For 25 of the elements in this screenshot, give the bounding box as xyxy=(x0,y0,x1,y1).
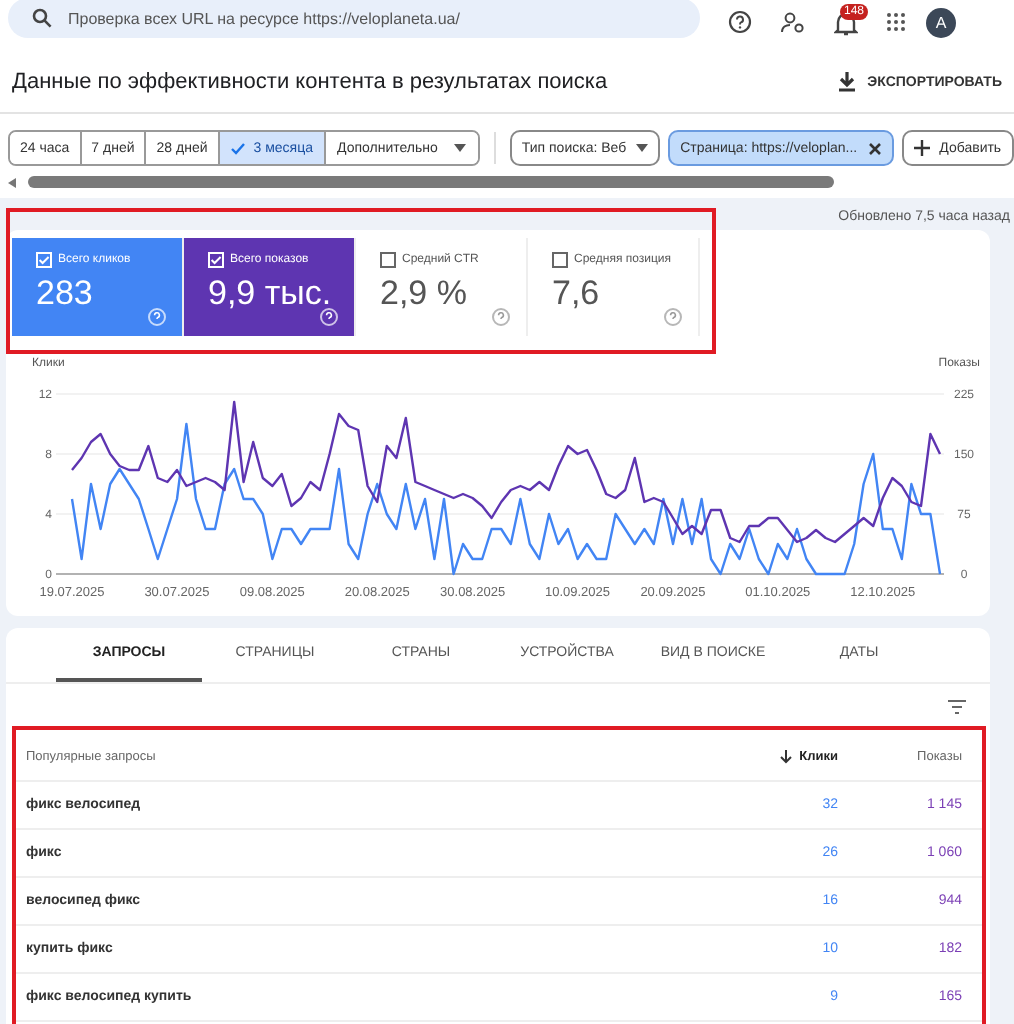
people-icon[interactable] xyxy=(780,10,806,34)
scrollbar-thumb[interactable] xyxy=(28,176,834,188)
caret-icon xyxy=(453,144,466,152)
scroll-left-icon[interactable] xyxy=(8,177,16,187)
close-icon xyxy=(867,141,882,155)
caret-icon xyxy=(636,144,649,152)
checkbox-icon xyxy=(380,252,396,268)
sort-down-icon xyxy=(779,749,792,763)
apps-grid-icon[interactable] xyxy=(886,12,906,32)
help-icon[interactable] xyxy=(728,10,752,34)
download-icon xyxy=(837,72,856,92)
metric-value: 9,9 тыс. xyxy=(208,274,334,314)
filter-icon[interactable] xyxy=(948,700,966,714)
checkbox-icon xyxy=(552,252,568,268)
metric-value: 2,9 % xyxy=(380,274,469,314)
avatar[interactable]: A xyxy=(926,7,956,37)
search-field[interactable]: Проверка всех URL на ресурсе https://veloplaneta.ua/ xyxy=(8,0,700,38)
checkbox-icon xyxy=(36,252,52,268)
plus-icon xyxy=(913,140,930,156)
metric-value: 7,6 xyxy=(552,274,602,314)
check-icon xyxy=(229,141,246,155)
page-title: Данные по эффективности контента в результатах поиска xyxy=(12,70,608,94)
search-icon xyxy=(32,8,52,28)
checkbox-icon xyxy=(208,252,224,268)
metric-value: 283 xyxy=(36,274,95,314)
